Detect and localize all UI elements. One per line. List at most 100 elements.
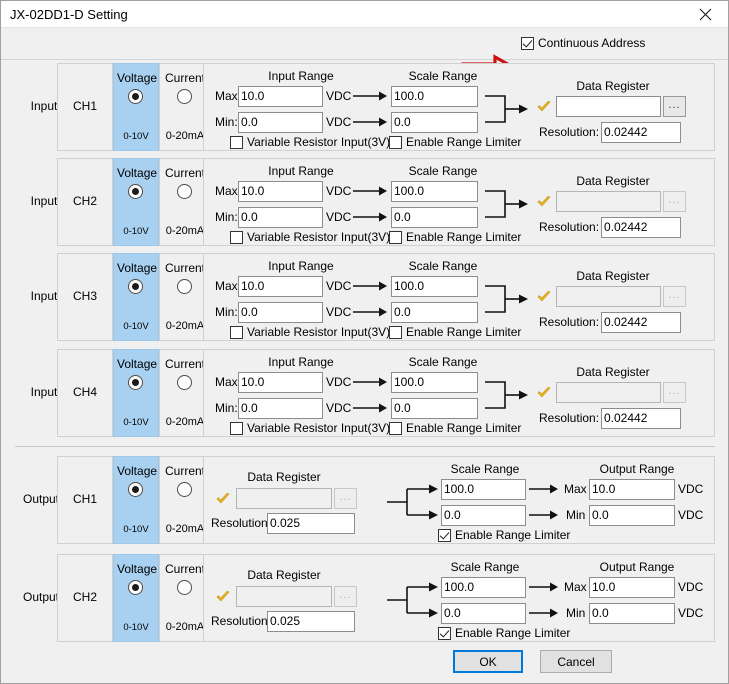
resolution-field[interactable]: 0.025 <box>267 513 355 534</box>
voltage-radio[interactable] <box>128 482 143 497</box>
data-register-browse-button[interactable]: ... <box>663 96 686 117</box>
enable-range-limiter-row-checkbox[interactable] <box>389 325 402 339</box>
input-min-unit: VDC <box>326 305 352 319</box>
data-register-field <box>556 382 661 403</box>
enable-range-limiter-row-checkbox[interactable] <box>438 528 451 542</box>
resolution-field[interactable]: 0.02442 <box>601 312 681 333</box>
scale-min-field[interactable]: 0.0 <box>441 603 526 624</box>
yellow-check-icon <box>537 386 551 399</box>
channel-label: CH3 <box>72 289 97 303</box>
voltage-range-label: 0-10V <box>123 417 149 428</box>
data-register-title: Data Register <box>247 568 321 582</box>
data-register-field[interactable] <box>556 96 661 117</box>
output-range-title: Output Range <box>599 560 675 574</box>
voltage-label: Voltage <box>117 357 158 371</box>
current-range-label: 0-20mA <box>165 523 205 535</box>
output-max-unit: VDC <box>678 482 704 496</box>
resolution-field[interactable]: 0.02442 <box>601 408 681 429</box>
voltage-radio[interactable] <box>128 580 143 595</box>
continuous-address-checkbox[interactable] <box>521 36 534 50</box>
input-range-title: Input Range <box>268 355 334 369</box>
input-min-field[interactable]: 0.0 <box>238 112 323 133</box>
scale-min-field[interactable]: 0.0 <box>391 207 478 228</box>
current-radio[interactable] <box>177 279 192 294</box>
enable-range-limiter-row-checkbox[interactable] <box>389 135 402 149</box>
scale-min-field[interactable]: 0.0 <box>441 505 526 526</box>
current-radio[interactable] <box>177 580 192 595</box>
output-max-field[interactable]: 10.0 <box>589 479 675 500</box>
scale-min-field[interactable]: 0.0 <box>391 398 478 419</box>
current-radio[interactable] <box>177 375 192 390</box>
output-min-label: Min <box>566 606 586 620</box>
scale-max-field[interactable]: 100.0 <box>441 479 526 500</box>
data-register-field <box>556 191 661 212</box>
resolution-field[interactable]: 0.02442 <box>601 122 681 143</box>
current-radio[interactable] <box>177 482 192 497</box>
input-min-field[interactable]: 0.0 <box>238 207 323 228</box>
continuous-address-row[interactable]: Continuous Address <box>521 36 645 50</box>
variable-resistor-checkbox-row-checkbox[interactable] <box>230 135 243 149</box>
voltage-radio[interactable] <box>128 279 143 294</box>
page-title: JX-02DD1-D Setting <box>10 7 128 22</box>
variable-resistor-checkbox-row-checkbox[interactable] <box>230 421 243 435</box>
enable-range-limiter-row-checkbox[interactable] <box>389 421 402 435</box>
current-range-label: 0-20mA <box>165 621 205 633</box>
voltage-label: Voltage <box>117 261 158 275</box>
close-icon[interactable] <box>683 1 728 28</box>
yellow-check-icon <box>537 100 551 113</box>
scale-range-title: Scale Range <box>408 164 478 178</box>
resolution-field[interactable]: 0.02442 <box>601 217 681 238</box>
output-min-field[interactable]: 0.0 <box>589 603 675 624</box>
enable-range-limiter-row-checkbox[interactable] <box>389 230 402 244</box>
input-max-field[interactable]: 10.0 <box>238 372 323 393</box>
current-label: Current <box>164 357 205 371</box>
current-label: Current <box>164 261 205 275</box>
output-min-field[interactable]: 0.0 <box>589 505 675 526</box>
output-range-title: Output Range <box>599 462 675 476</box>
data-register-browse-button: ... <box>663 286 686 307</box>
input-max-field[interactable]: 10.0 <box>238 276 323 297</box>
voltage-label: Voltage <box>117 562 158 576</box>
current-radio[interactable] <box>177 89 192 104</box>
voltage-radio[interactable] <box>128 184 143 199</box>
voltage-range-label: 0-10V <box>123 226 149 237</box>
current-radio[interactable] <box>177 184 192 199</box>
input-max-unit: VDC <box>326 375 352 389</box>
scale-max-field[interactable]: 100.0 <box>391 86 478 107</box>
ok-button[interactable]: OK <box>453 650 523 673</box>
data-register-title: Data Register <box>247 470 321 484</box>
continuous-address-label: Continuous Address <box>538 36 646 50</box>
input-max-unit: VDC <box>326 89 352 103</box>
input-max-field[interactable]: 10.0 <box>238 86 323 107</box>
current-range-label: 0-20mA <box>165 416 205 428</box>
input-min-field[interactable]: 0.0 <box>238 302 323 323</box>
input-max-unit: VDC <box>326 184 352 198</box>
data-register-field <box>236 488 332 509</box>
current-label: Current <box>164 464 205 478</box>
input-min-field[interactable]: 0.0 <box>238 398 323 419</box>
scale-max-field[interactable]: 100.0 <box>391 276 478 297</box>
scale-min-field[interactable]: 0.0 <box>391 112 478 133</box>
enable-range-limiter-row-checkbox[interactable] <box>438 626 451 640</box>
scale-min-field[interactable]: 0.0 <box>391 302 478 323</box>
scale-to-output-arrows <box>528 574 562 634</box>
voltage-radio[interactable] <box>128 89 143 104</box>
input-max-field[interactable]: 10.0 <box>238 181 323 202</box>
scale-max-field[interactable]: 100.0 <box>391 181 478 202</box>
input-to-scale-arrows <box>351 369 391 429</box>
output-max-label: Max <box>564 482 587 496</box>
variable-resistor-checkbox-row-checkbox[interactable] <box>230 325 243 339</box>
output-max-field[interactable]: 10.0 <box>589 577 675 598</box>
scale-max-field[interactable]: 100.0 <box>441 577 526 598</box>
resolution-label: Resolution: <box>539 315 600 329</box>
resolution-field[interactable]: 0.025 <box>267 611 355 632</box>
scale-range-title: Scale Range <box>450 462 520 476</box>
scale-max-field[interactable]: 100.0 <box>391 372 478 393</box>
voltage-radio[interactable] <box>128 375 143 390</box>
input-min-unit: VDC <box>326 210 352 224</box>
register-to-scale-arrows <box>386 574 441 636</box>
data-register-title: Data Register <box>576 269 650 283</box>
variable-resistor-checkbox-row-checkbox[interactable] <box>230 230 243 244</box>
cancel-button[interactable]: Cancel <box>540 650 612 673</box>
voltage-label: Voltage <box>117 71 158 85</box>
